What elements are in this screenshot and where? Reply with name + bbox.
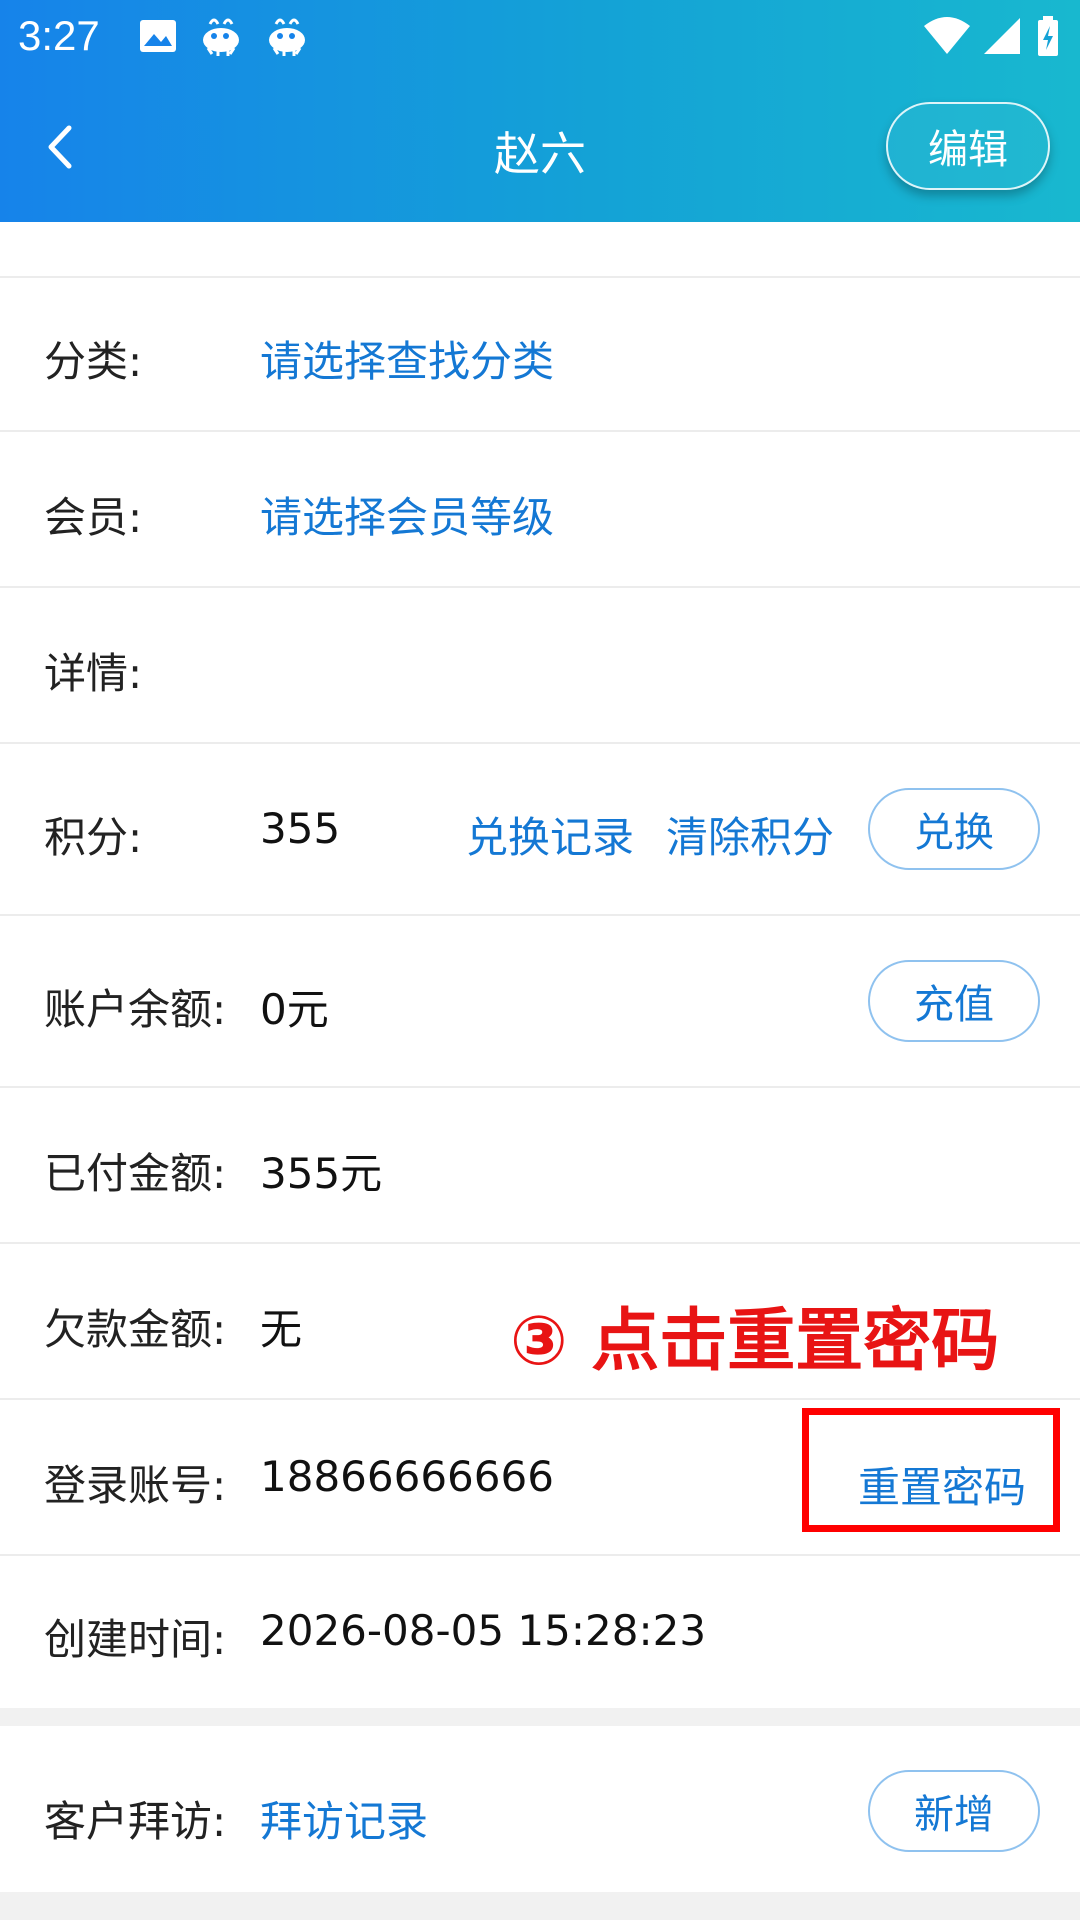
- section-gap: [0, 1708, 1080, 1726]
- visit-label: 客户拜访:: [44, 1797, 227, 1846]
- created-label: 创建时间:: [44, 1615, 227, 1664]
- login-label: 登录账号:: [44, 1461, 227, 1510]
- balance-label: 账户余额:: [44, 985, 227, 1034]
- owed-label: 欠款金额:: [44, 1305, 227, 1354]
- paid-row: 已付金额: 355元: [0, 1088, 1080, 1244]
- category-select[interactable]: 请选择查找分类: [260, 328, 554, 389]
- category-row: 分类: 请选择查找分类: [0, 276, 1080, 432]
- balance-row: 账户余额: 0元 充值: [0, 916, 1080, 1088]
- clear-points-link[interactable]: 清除积分: [666, 804, 834, 865]
- points-row: 积分: 355 兑换记录 清除积分 兑换: [0, 744, 1080, 916]
- bottom-gap: [0, 1892, 1080, 1920]
- exchange-button[interactable]: 兑换: [868, 788, 1040, 870]
- edit-button[interactable]: 编辑: [886, 102, 1050, 190]
- highlight-box: [802, 1408, 1060, 1532]
- details-row: 详情:: [0, 588, 1080, 744]
- login-account-value: 18866666666: [260, 1452, 554, 1501]
- paid-label: 已付金额:: [44, 1149, 227, 1198]
- status-time: 3:27: [18, 12, 100, 59]
- cellular-signal-icon: [984, 18, 1020, 54]
- app-notification-icon: [203, 18, 239, 56]
- app-notification-icon: [269, 18, 305, 56]
- add-visit-button[interactable]: 新增: [868, 1770, 1040, 1852]
- created-value: 2026-08-05 15:28:23: [260, 1606, 707, 1655]
- exchange-record-link[interactable]: 兑换记录: [466, 804, 634, 865]
- owed-value: 无: [260, 1305, 303, 1354]
- balance-value: 0元: [260, 985, 329, 1034]
- image-icon: [140, 20, 176, 52]
- app-header: 3:27 赵六 编辑: [0, 0, 1080, 222]
- tutorial-annotation: ③ 点击重置密码: [510, 1302, 1000, 1381]
- nav-bar: 赵六 编辑: [0, 88, 1080, 208]
- member-level-select[interactable]: 请选择会员等级: [260, 484, 554, 545]
- top-divider: [0, 222, 1080, 278]
- visit-record-link[interactable]: 拜访记录: [260, 1788, 428, 1849]
- battery-charging-icon: [1038, 16, 1058, 56]
- wifi-icon: [924, 17, 970, 54]
- points-value: 355: [260, 804, 341, 853]
- member-label: 会员:: [44, 493, 143, 542]
- points-label: 积分:: [44, 813, 143, 862]
- status-bar: 3:27: [0, 0, 1080, 76]
- created-row: 创建时间: 2026-08-05 15:28:23: [0, 1556, 1080, 1708]
- recharge-button[interactable]: 充值: [868, 960, 1040, 1042]
- details-label: 详情:: [44, 649, 143, 698]
- member-row: 会员: 请选择会员等级: [0, 432, 1080, 588]
- paid-value: 355元: [260, 1149, 383, 1198]
- visit-row: 客户拜访: 拜访记录 新增: [0, 1726, 1080, 1892]
- category-label: 分类:: [44, 337, 143, 386]
